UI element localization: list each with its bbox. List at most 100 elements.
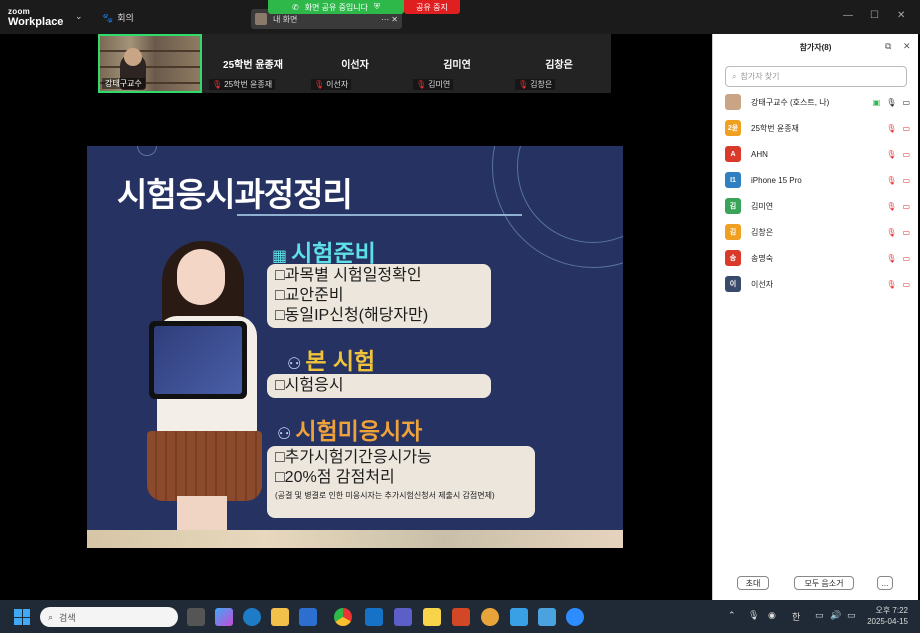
mute-all-button[interactable]: 모두 음소거 xyxy=(794,576,854,590)
mic-muted-icon: 🎙 xyxy=(886,227,897,237)
shared-slide: 시험응시과정정리 ▦ 시험준비 □과목별 시험일정확인 □교안준비 □동일IP신청… xyxy=(87,146,623,548)
ime-indicator[interactable]: 한 xyxy=(792,610,800,623)
title-bar xyxy=(0,0,920,34)
search-app-icon[interactable] xyxy=(481,608,499,626)
volume-icon[interactable]: 🔊 xyxy=(830,610,841,621)
mic-icon[interactable]: 🎙 xyxy=(748,610,759,621)
video-off-icon: ▭ xyxy=(902,227,910,237)
participant-tile[interactable]: 이선자 🎙 이선자 xyxy=(305,34,405,93)
popout-icon[interactable]: ⧉ xyxy=(885,41,891,52)
mic-muted-icon: 🎙 xyxy=(886,149,897,159)
monitor-icon[interactable]: ▭ xyxy=(815,610,824,621)
checklist-box: □시험응시 xyxy=(267,374,491,398)
location-icon[interactable]: ◉ xyxy=(768,610,776,621)
chrome-icon[interactable] xyxy=(334,608,352,626)
stop-share-button[interactable]: 공유 중지 xyxy=(404,0,460,14)
participant-name: AHN xyxy=(751,149,768,159)
video-off-icon: ▭ xyxy=(902,149,910,159)
participant-name: 김창은 xyxy=(751,227,774,237)
maximize-icon[interactable]: ☐ xyxy=(870,10,879,21)
invite-button[interactable]: 초대 xyxy=(737,576,769,590)
tile-tag: 김창은 xyxy=(530,80,553,89)
video-icon: ▭ xyxy=(902,97,910,107)
photos-icon[interactable] xyxy=(538,608,556,626)
participant-row[interactable]: 김 김미연 🎙 ▭ xyxy=(725,196,910,216)
checklist-box: □과목별 시험일정확인 □교안준비 □동일IP신청(해당자만) xyxy=(267,264,491,328)
mic-muted-icon: 🎙 xyxy=(212,80,223,89)
checklist-item: □동일IP신청(해당자만) xyxy=(275,307,429,324)
participant-search-input[interactable]: ⌕ 참가자 찾기 xyxy=(725,66,907,87)
chevron-up-icon[interactable]: ⌃ xyxy=(728,610,736,621)
brand-logo-bottom: Workplace xyxy=(8,16,64,28)
mic-muted-icon: 🎙 xyxy=(886,123,897,133)
meeting-menu[interactable]: 🐾 회의 xyxy=(102,11,134,24)
sharing-status-text: 화면 공유 중입니다 xyxy=(304,2,369,12)
minimize-icon[interactable]: — xyxy=(843,10,853,21)
checklist-item: □교안준비 xyxy=(275,287,344,304)
participant-row[interactable]: I1 iPhone 15 Pro 🎙 ▭ xyxy=(725,170,910,190)
shield-icon: ⛨ xyxy=(374,2,381,11)
search-placeholder: 참가자 찾기 xyxy=(740,72,780,81)
close-window-icon[interactable]: ✕ xyxy=(897,10,905,21)
mic-muted-icon: 🎙 xyxy=(314,80,325,89)
checklist-item: □과목별 시험일정확인 xyxy=(275,267,422,284)
meeting-label: 회의 xyxy=(117,13,134,23)
avatar: 김 xyxy=(725,224,741,240)
participant-row[interactable]: 김 김창은 🎙 ▭ xyxy=(725,222,910,242)
close-panel-icon[interactable]: ✕ xyxy=(903,41,911,52)
avatar: A xyxy=(725,146,741,162)
participant-name: 강태구교수 (호스트, 나) xyxy=(751,97,830,107)
mic-muted-icon: 🎙 xyxy=(416,80,427,89)
participant-row[interactable]: 강태구교수 (호스트, 나) ▣ 🎙 ▭ xyxy=(725,92,910,112)
mic-muted-icon: 🎙 xyxy=(886,279,897,289)
windows-start-icon[interactable] xyxy=(14,609,30,625)
sharing-status-banner: ✆ 화면 공유 중입니다 ⛨ xyxy=(268,0,404,14)
chevron-down-icon[interactable]: ⌄ xyxy=(75,11,83,22)
powerpoint-icon[interactable] xyxy=(452,608,470,626)
battery-icon[interactable]: ▭ xyxy=(847,610,856,621)
outlook-icon[interactable] xyxy=(365,608,383,626)
avatar xyxy=(255,13,267,25)
participant-row[interactable]: 이 이선자 🎙 ▭ xyxy=(725,274,910,294)
copilot-icon[interactable] xyxy=(215,608,233,626)
system-clock[interactable]: 오후 7:22 2025-04-15 xyxy=(860,605,908,627)
file-explorer-icon[interactable] xyxy=(271,608,289,626)
participant-row[interactable]: 2윤 25학번 윤종재 🎙 ▭ xyxy=(725,118,910,138)
mic-icon: 🎙 xyxy=(886,97,897,107)
stop-share-label: 공유 중지 xyxy=(416,2,448,12)
checklist-item: □추가시험기간응시가능 xyxy=(275,449,432,466)
tile-tag: 김미연 xyxy=(428,80,451,89)
checklist-item: □20%점 감점처리 xyxy=(275,469,395,486)
more-options-button[interactable]: ... xyxy=(877,576,893,590)
video-off-icon: ▭ xyxy=(902,201,910,211)
participant-name: 김미연 xyxy=(751,201,774,211)
tile-name: 김창은 xyxy=(545,60,573,71)
edge-icon[interactable] xyxy=(243,608,261,626)
self-video-tile[interactable]: 강태구교수 xyxy=(98,34,202,93)
paw-icon: 🐾 xyxy=(102,13,114,23)
search-icon: ⌕ xyxy=(732,71,737,81)
tile-tag: 이선자 xyxy=(326,80,349,89)
teams-icon[interactable] xyxy=(394,608,412,626)
kakaotalk-icon[interactable] xyxy=(423,608,441,626)
mic-muted-icon: 🎙 xyxy=(886,201,897,211)
participant-name: 송명숙 xyxy=(751,253,774,263)
phone-icon: ✆ xyxy=(291,2,299,12)
mic-muted-icon: 🎙 xyxy=(886,253,897,263)
store-icon[interactable] xyxy=(299,608,317,626)
tile-tag: 25학번 윤종재 xyxy=(224,80,273,89)
participant-tile[interactable]: 25학번 윤종재 🎙 25학번 윤종재 xyxy=(203,34,303,93)
participant-row[interactable]: A AHN 🎙 ▭ xyxy=(725,144,910,164)
participant-tile[interactable]: 김창은 🎙 김창은 xyxy=(509,34,609,93)
video-off-icon: ▭ xyxy=(902,175,910,185)
participant-tile[interactable]: 김미연 🎙 김미연 xyxy=(407,34,507,93)
video-off-icon: ▭ xyxy=(902,123,910,133)
taskbar-search-input[interactable]: ⌕ 검색 xyxy=(40,607,178,627)
notepad-icon[interactable] xyxy=(510,608,528,626)
more-icon[interactable]: ⋯ ✕ xyxy=(381,15,398,24)
checklist-item: □시험응시 xyxy=(275,377,344,394)
avatar: 이 xyxy=(725,276,741,292)
task-view-icon[interactable] xyxy=(187,608,205,626)
zoom-app-icon[interactable] xyxy=(566,608,584,626)
participant-row[interactable]: 송 송명숙 🎙 ▭ xyxy=(725,248,910,268)
